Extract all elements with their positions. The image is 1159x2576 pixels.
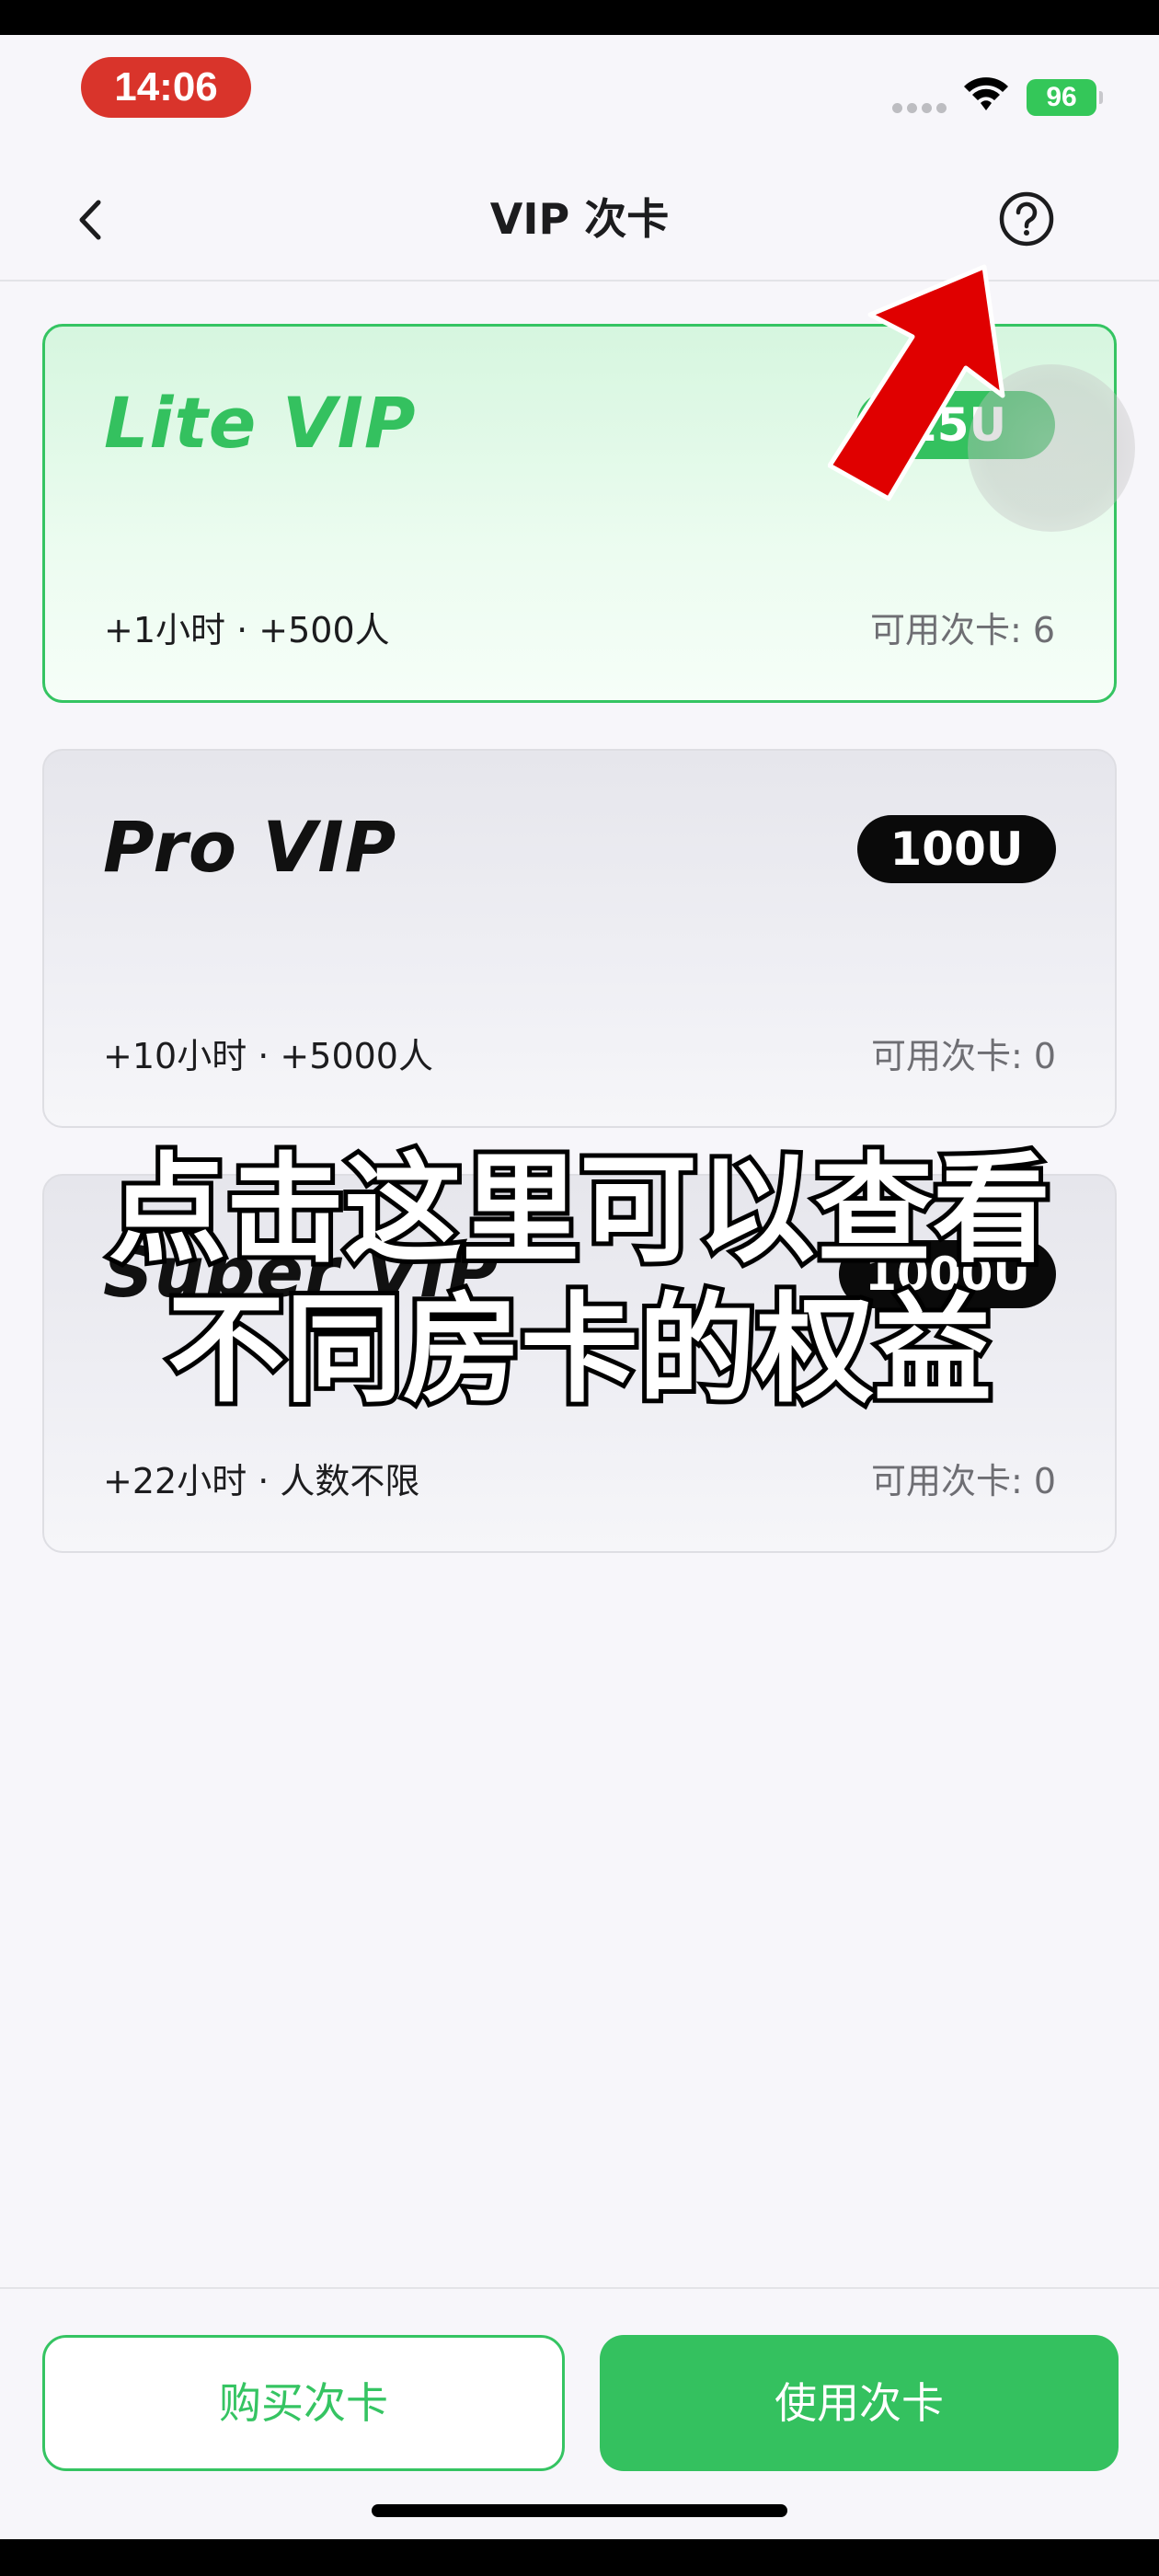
signal-dots-icon	[892, 103, 947, 114]
battery-indicator: 96	[1027, 79, 1103, 116]
status-time: 14:06	[81, 57, 251, 118]
vip-card-pro[interactable]: Pro VIP 100U +10小时 · +5000人 可用次卡: 0	[42, 749, 1117, 1128]
card-benefits: +22小时 · 人数不限	[103, 1461, 420, 1501]
home-indicator	[372, 2504, 787, 2517]
price-badge: 100U	[857, 815, 1056, 883]
caption-line-1: 点击这里可以查看	[104, 1137, 1055, 1283]
bottom-black-bar	[0, 2539, 1159, 2576]
use-card-button[interactable]: 使用次卡	[600, 2335, 1119, 2471]
card-available-count: 可用次卡: 0	[870, 1036, 1056, 1076]
question-circle-icon[interactable]	[992, 184, 1061, 254]
card-name: Pro VIP	[103, 806, 397, 888]
bottom-divider	[0, 2287, 1159, 2289]
back-button[interactable]	[59, 188, 123, 252]
battery-level: 96	[1046, 82, 1077, 112]
tutorial-caption: 点击这里可以查看 不同房卡的权益	[0, 1137, 1159, 1423]
caption-line-2: 不同房卡的权益	[163, 1277, 996, 1423]
buy-card-button[interactable]: 购买次卡	[42, 2335, 565, 2471]
card-benefits: +1小时 · +500人	[104, 610, 390, 650]
card-benefits: +10小时 · +5000人	[103, 1036, 433, 1076]
top-black-bar	[0, 0, 1159, 35]
card-available-count: 可用次卡: 0	[870, 1461, 1056, 1501]
chevron-left-icon	[79, 200, 101, 240]
card-available-count: 可用次卡: 6	[869, 610, 1055, 650]
wifi-icon	[964, 77, 1008, 110]
red-arrow-icon	[828, 264, 1005, 501]
card-name: Lite VIP	[104, 382, 417, 464]
